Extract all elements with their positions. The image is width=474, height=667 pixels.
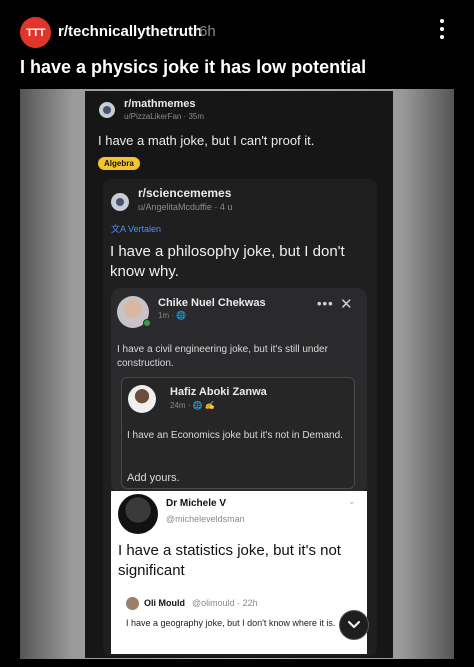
facebook-close-icon: ✕ bbox=[340, 296, 353, 313]
mathmemes-subreddit: r/mathmemes bbox=[124, 98, 196, 110]
add-yours-text: Add yours. bbox=[127, 472, 180, 484]
sciencememes-text: I have a philosophy joke, but I don't kn… bbox=[110, 243, 345, 280]
sciencememes-avatar bbox=[111, 193, 129, 211]
subreddit-name[interactable]: r/technicallythetruth bbox=[58, 23, 202, 40]
geography-tweet-text: I have a geography joke, but I don't kno… bbox=[126, 618, 336, 628]
facebook-post-text: I have a civil engineering joke, but it'… bbox=[117, 344, 328, 369]
globe-icon: 🌐 bbox=[176, 311, 187, 320]
statistics-tweet-author: Dr Michele V bbox=[166, 498, 227, 509]
statistics-tweet-handle: @micheleveldsman bbox=[166, 514, 245, 524]
geography-tweet-meta: @olimould · 22h bbox=[192, 598, 258, 608]
subreddit-avatar[interactable]: TTT bbox=[20, 17, 51, 48]
mathmemes-post: r/mathmemes u/PizzaLikerFan · 35m I have… bbox=[94, 96, 386, 176]
sciencememes-user-meta: u/AngelitaMcduffie · 4 u bbox=[138, 202, 233, 212]
post-header: TTT r/technicallythetruth 6h bbox=[0, 0, 474, 55]
economics-tweet-author: Hafiz Aboki Zanwa bbox=[170, 386, 267, 398]
signature-image: ✍ bbox=[204, 401, 215, 410]
chevron-down-icon: ⌄ bbox=[348, 496, 356, 506]
avatar bbox=[126, 597, 139, 610]
translate-link: 文A Vertalen bbox=[111, 222, 161, 235]
avatar bbox=[128, 385, 156, 413]
scroll-down-button[interactable] bbox=[339, 610, 369, 640]
translate-label: Vertalen bbox=[128, 224, 162, 234]
geography-tweet-author: Oli Mould bbox=[144, 598, 185, 608]
sciencememes-subreddit: r/sciencememes bbox=[138, 186, 232, 200]
mathmemes-text: I have a math joke, but I can't proof it… bbox=[98, 133, 315, 148]
more-options-icon[interactable] bbox=[432, 15, 452, 43]
globe-icon: 🌐 bbox=[192, 401, 203, 410]
facebook-author-name: Chike Nuel Chekwas bbox=[158, 297, 266, 309]
avatar bbox=[118, 494, 158, 534]
mathmemes-avatar bbox=[99, 102, 115, 118]
post-title: I have a physics joke it has low potenti… bbox=[20, 57, 367, 77]
economics-tweet-meta: 24m · 🌐 ✍ bbox=[170, 401, 215, 410]
facebook-more-icon: ••• bbox=[317, 296, 334, 311]
facebook-post-meta: 1m · 🌐 bbox=[158, 311, 186, 320]
mathmemes-user-meta: u/PizzaLikerFan · 35m bbox=[124, 112, 205, 121]
flair-badge: Algebra bbox=[98, 157, 140, 170]
statistics-tweet-text: I have a statistics joke, but it's not s… bbox=[118, 542, 341, 579]
facebook-post-time: 1m · bbox=[158, 311, 177, 320]
online-status-dot bbox=[143, 319, 151, 327]
translate-icon: 文A bbox=[111, 224, 129, 234]
post-age: 6h bbox=[199, 23, 216, 40]
economics-tweet-text: I have an Economics joke but it's not in… bbox=[127, 430, 343, 441]
economics-tweet-time: 24m · bbox=[170, 401, 193, 410]
chevron-down-icon bbox=[348, 621, 360, 628]
